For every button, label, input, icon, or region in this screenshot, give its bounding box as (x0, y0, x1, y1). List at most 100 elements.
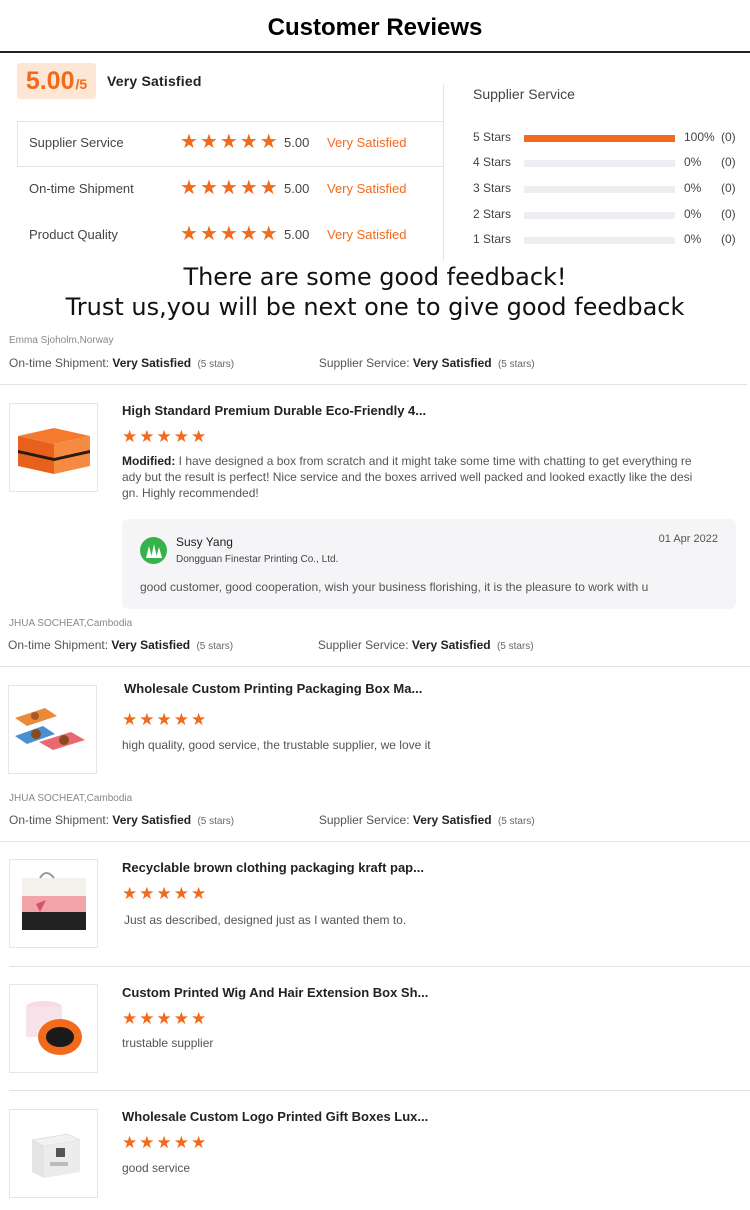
star-icon: ★ (173, 1133, 189, 1153)
shipment-stars-note: (5 stars) (196, 641, 234, 652)
rating-row-stars: ★ ★ ★ ★ ★ (180, 177, 278, 197)
star-icon: ★ (259, 175, 278, 199)
review-comment: Modified: I have designed a box from scr… (122, 453, 704, 501)
product-title-link[interactable]: Custom Printed Wig And Hair Extension Bo… (122, 985, 428, 1000)
star-icon: ★ (259, 221, 278, 245)
rating-row-label: On-time Shipment (29, 181, 134, 196)
shipment-label: On-time Shipment: (8, 638, 109, 652)
distribution-label: 1 Stars (473, 232, 512, 246)
review-comment: trustable supplier (122, 1036, 214, 1050)
star-icon: ★ (180, 129, 198, 153)
star-icon: ★ (122, 1133, 138, 1153)
review-meta: On-time Shipment: Very Satisfied (5 star… (8, 638, 534, 652)
star-icon: ★ (139, 427, 155, 447)
service-stars-note: (5 stars) (497, 359, 535, 370)
star-icon: ★ (199, 221, 218, 245)
comment-prefix: Modified: (122, 454, 176, 468)
distribution-count: (0) (721, 181, 736, 195)
star-icon: ★ (219, 129, 238, 153)
service-label: Supplier Service: (318, 356, 410, 370)
distribution-count: (0) (721, 130, 736, 144)
star-icon: ★ (219, 175, 238, 199)
review-stars: ★ ★ ★ ★ ★ (122, 1135, 206, 1152)
review-meta: On-time Shipment: Very Satisfied (5 star… (9, 813, 535, 827)
distribution-label: 3 Stars (473, 181, 512, 195)
star-icon: ★ (156, 710, 172, 730)
star-icon: ★ (173, 427, 189, 447)
star-icon: ★ (239, 221, 258, 245)
distribution-row: 5 Stars 100% (0) (473, 130, 743, 150)
star-icon: ★ (180, 175, 198, 199)
star-icon: ★ (156, 1133, 172, 1153)
distribution-row: 4 Stars 0% (0) (473, 155, 743, 175)
banner-line-2: Trust us,you will be next one to give go… (65, 293, 685, 321)
product-title-link[interactable]: Wholesale Custom Printing Packaging Box … (124, 681, 422, 696)
distribution-label: 4 Stars (473, 155, 512, 169)
distribution-count: (0) (721, 155, 736, 169)
review-comment: Just as described, designed just as I wa… (124, 913, 407, 927)
distribution-row: 3 Stars 0% (0) (473, 181, 743, 201)
distribution-count: (0) (721, 207, 736, 221)
service-label: Supplier Service: (317, 638, 409, 652)
supplier-reply: Susy Yang Dongguan Finestar Printing Co.… (122, 519, 736, 609)
rating-row-score: 5.00 (284, 227, 310, 242)
service-stars-note: (5 stars) (497, 816, 535, 827)
distribution-title: Supplier Service (473, 86, 575, 102)
review-comment: high quality, good service, the trustabl… (122, 738, 431, 752)
service-value: Very Satisfied (412, 356, 492, 370)
reviewer-name: Emma Sjoholm,Norway (9, 335, 114, 346)
star-icon: ★ (139, 1133, 155, 1153)
product-thumbnail[interactable] (9, 984, 98, 1073)
star-icon: ★ (191, 710, 207, 730)
distribution-row: 2 Stars 0% (0) (473, 207, 743, 227)
rating-row-stars: ★ ★ ★ ★ ★ (180, 131, 278, 151)
divider (0, 384, 747, 385)
review-stars: ★ ★ ★ ★ ★ (122, 712, 206, 729)
star-icon: ★ (173, 710, 189, 730)
distribution-percent: 0% (684, 232, 702, 246)
rating-row-product-quality: Product Quality ★ ★ ★ ★ ★ 5.00 Very Satisfie… (17, 213, 443, 259)
review-stars: ★ ★ ★ ★ ★ (122, 1011, 206, 1028)
product-title-link[interactable]: High Standard Premium Durable Eco-Friend… (122, 403, 426, 418)
shipment-stars-note: (5 stars) (197, 816, 235, 827)
distribution-bar-track (524, 186, 675, 193)
star-icon: ★ (180, 221, 198, 245)
product-thumbnail[interactable] (9, 403, 98, 492)
shipment-stars-note: (5 stars) (197, 359, 235, 370)
product-thumbnail[interactable] (9, 859, 98, 948)
distribution-percent: 0% (684, 181, 702, 195)
banner-line-1: There are some good feedback! (183, 263, 567, 291)
star-icon: ★ (156, 427, 172, 447)
rating-row-desc: Very Satisfied (327, 181, 407, 196)
distribution-bar-track (524, 160, 675, 167)
product-thumbnail[interactable] (8, 685, 97, 774)
rating-row-desc: Very Satisfied (327, 135, 407, 150)
star-icon: ★ (122, 427, 138, 447)
overall-score: 5.00 (25, 67, 75, 95)
distribution-bar-track (524, 212, 675, 219)
divider (0, 666, 750, 667)
rating-row-label: Supplier Service (29, 135, 124, 150)
product-title-link[interactable]: Wholesale Custom Logo Printed Gift Boxes… (122, 1109, 428, 1124)
service-value: Very Satisfied (412, 813, 492, 827)
star-icon: ★ (239, 175, 258, 199)
rating-row-label: Product Quality (29, 227, 118, 242)
star-icon: ★ (199, 129, 218, 153)
service-stars-note: (5 stars) (496, 641, 534, 652)
comment-text: I have designed a box from scratch and i… (122, 454, 693, 500)
product-title-link[interactable]: Recyclable brown clothing packaging kraf… (122, 860, 424, 875)
divider (9, 1090, 750, 1091)
rating-row-on-time-shipment: On-time Shipment ★ ★ ★ ★ ★ 5.00 Very Satisfi… (17, 167, 443, 213)
shipment-value: Very Satisfied (112, 356, 192, 370)
distribution-bar-track (524, 237, 675, 244)
star-icon: ★ (239, 129, 258, 153)
reply-company: Dongguan Finestar Printing Co., Ltd. (176, 554, 339, 565)
overall-score-label: Very Satisfied (107, 73, 202, 89)
product-thumbnail[interactable] (9, 1109, 98, 1198)
distribution-row: 1 Stars 0% (0) (473, 232, 743, 252)
rating-row-desc: Very Satisfied (327, 227, 407, 242)
shipment-value: Very Satisfied (112, 813, 192, 827)
distribution-bar-fill (524, 135, 675, 142)
star-icon: ★ (139, 710, 155, 730)
review-comment: good service (122, 1161, 191, 1175)
